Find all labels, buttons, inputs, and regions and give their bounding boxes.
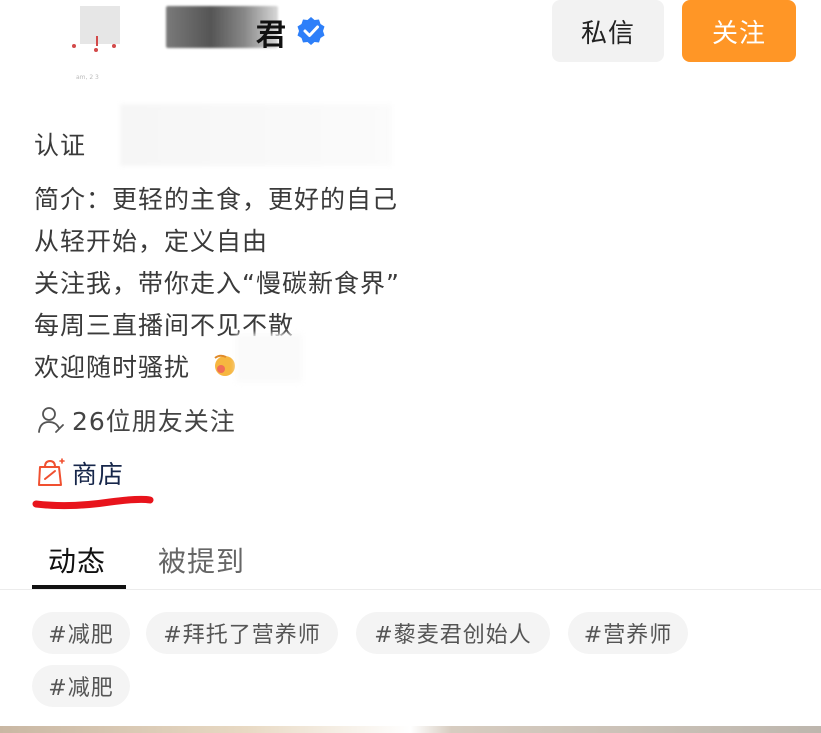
certification-blurred bbox=[120, 104, 392, 166]
divider bbox=[0, 589, 821, 590]
friends-following[interactable]: 26位朋友关注 bbox=[36, 402, 236, 438]
certification-label: 认证 bbox=[34, 131, 87, 160]
bio-line: 从轻开始，定义自由 bbox=[34, 227, 269, 256]
follow-button[interactable]: 关注 bbox=[682, 0, 796, 62]
feed-image-preview[interactable] bbox=[0, 726, 821, 733]
verified-badge-icon bbox=[297, 17, 325, 45]
bio-line: 关注我，带你走入“慢碳新食界” bbox=[34, 269, 400, 298]
shop-label: 商店 bbox=[72, 460, 125, 489]
tag-chip[interactable]: #减肥 bbox=[32, 612, 130, 654]
avatar-image bbox=[80, 6, 120, 44]
username-suffix: 君 bbox=[256, 18, 286, 53]
tag-chip[interactable]: #营养师 bbox=[568, 612, 688, 654]
message-button[interactable]: 私信 bbox=[552, 0, 664, 62]
avatar-caption: am, 2 3 bbox=[76, 74, 99, 81]
shop-link[interactable]: 商店 bbox=[36, 455, 124, 491]
tab-posts[interactable]: 动态 bbox=[48, 540, 106, 580]
emoji-blurred bbox=[236, 334, 302, 382]
emoji-icon bbox=[214, 354, 235, 376]
shop-bag-icon bbox=[38, 458, 65, 486]
tag-chip[interactable]: #藜麦君创始人 bbox=[356, 612, 550, 654]
avatar-decoration bbox=[68, 36, 128, 56]
tag-chip[interactable]: #拜托了营养师 bbox=[146, 612, 338, 654]
person-icon bbox=[38, 407, 64, 433]
red-annotation-underline bbox=[32, 495, 154, 510]
tag-chip[interactable]: #减肥 bbox=[32, 665, 130, 707]
avatar[interactable]: am, 2 3 bbox=[60, 4, 124, 90]
bio-line: 欢迎随时骚扰 bbox=[34, 353, 191, 382]
friends-following-text: 26位朋友关注 bbox=[72, 407, 236, 436]
bio-line: 简介：更轻的主食，更好的自己 bbox=[34, 185, 399, 214]
tab-mentions[interactable]: 被提到 bbox=[158, 540, 245, 580]
